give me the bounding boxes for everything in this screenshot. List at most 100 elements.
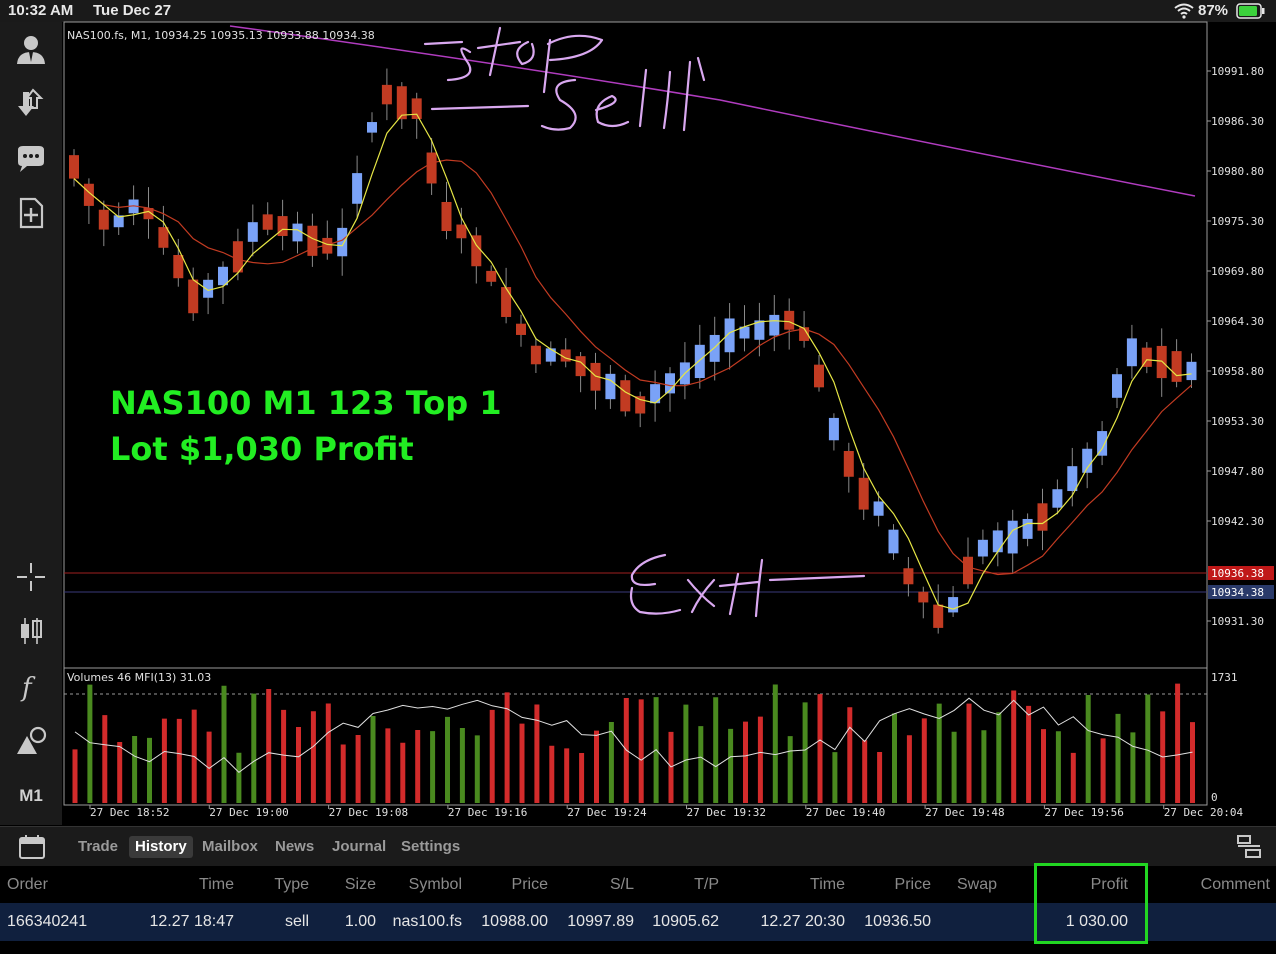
tab-history[interactable]: History: [129, 836, 193, 858]
candle-bull: [977, 539, 988, 557]
candle-bear: [1171, 351, 1182, 382]
col-tp: T/P: [694, 876, 719, 893]
candle-bull: [1022, 518, 1033, 539]
candle-bear: [456, 224, 467, 239]
col-open-time: Time: [199, 876, 234, 893]
chart-overlay-text: NAS100 M1 123 Top 1 Lot $1,030 Profit: [110, 380, 502, 472]
time-label: 27 Dec 19:48: [925, 806, 1004, 819]
candle-bear: [381, 84, 392, 105]
ask-price-label: 10934.38: [1211, 586, 1264, 599]
candle-bear: [575, 356, 586, 377]
col-order: Order: [7, 876, 48, 893]
col-close-time: Time: [810, 876, 845, 893]
calendar-icon[interactable]: [18, 834, 46, 865]
candle-bear: [843, 450, 854, 477]
overlay-line-1: NAS100 M1 123 Top 1: [110, 384, 502, 422]
time-label: 27 Dec 19:32: [687, 806, 766, 819]
candle-bear: [307, 225, 318, 256]
volume-axis-top-label: 1731: [1211, 671, 1238, 684]
candle-bear: [963, 556, 973, 585]
candle-bear: [635, 396, 646, 414]
terminal-tab-bar: Trade History Mailbox News Journal Setti…: [0, 826, 1276, 866]
candle-bear: [277, 216, 288, 236]
col-symbol: Symbol: [408, 876, 462, 893]
candle-bear: [396, 86, 407, 120]
volume-header: Volumes 46 MFI(13) 31.03: [67, 671, 211, 684]
candle-bull: [545, 348, 556, 362]
price-label: 10980.80: [1211, 165, 1264, 178]
candle-bear: [858, 477, 869, 510]
candle-bull: [1097, 431, 1108, 456]
time-label: 27 Dec 19:24: [567, 806, 647, 819]
cell-type: sell: [284, 913, 309, 930]
cell-open-price: 10988.00: [481, 913, 548, 930]
candle-bull: [1126, 338, 1137, 367]
time-label: 27 Dec 19:08: [329, 806, 408, 819]
candle-bear: [411, 98, 422, 119]
cell-close-time: 12.27 20:30: [760, 913, 845, 930]
candle-bear: [1156, 345, 1167, 379]
candle-bull: [888, 529, 899, 554]
col-type: Type: [274, 876, 309, 893]
candle-bear: [158, 227, 169, 248]
candle-bear: [173, 254, 184, 279]
candle-bull: [605, 373, 616, 400]
cell-size: 1.00: [344, 913, 376, 930]
candle-bull: [694, 344, 705, 379]
candle-bear: [1037, 503, 1048, 531]
time-label: 27 Dec 18:52: [90, 806, 169, 819]
col-swap: Swap: [956, 876, 997, 893]
cell-open-time: 12.27 18:47: [149, 913, 234, 930]
cell-tp: 10905.62: [652, 913, 719, 930]
candle-bear: [784, 310, 795, 330]
candle-bear: [262, 214, 273, 230]
price-label: 10947.80: [1211, 465, 1264, 478]
candle-bear: [441, 201, 452, 232]
candle-bull: [247, 222, 258, 242]
tab-news[interactable]: News: [269, 836, 320, 858]
candle-bear: [98, 209, 109, 230]
candle-bull: [1186, 361, 1197, 381]
price-label: 10964.30: [1211, 315, 1264, 328]
chart-info-line: NAS100.fs, M1, 10934.25 10935.13 10933.8…: [67, 29, 375, 42]
candle-bear: [188, 279, 199, 314]
price-label: 10975.30: [1211, 215, 1264, 228]
time-label: 27 Dec 19:56: [1044, 806, 1123, 819]
candle-bear: [918, 591, 929, 603]
candle-bear: [471, 235, 482, 267]
candle-bull: [1067, 466, 1078, 492]
price-label: 10931.30: [1211, 615, 1264, 628]
col-sl: S/L: [609, 876, 634, 893]
cell-close-price: 10936.50: [864, 913, 931, 930]
price-label: 10953.30: [1211, 415, 1264, 428]
price-label: 10969.80: [1211, 265, 1264, 278]
col-close-price: Price: [894, 876, 931, 893]
candle-bear: [933, 604, 944, 628]
time-label: 27 Dec 19:40: [806, 806, 885, 819]
layout-icon[interactable]: [1236, 834, 1262, 865]
col-size: Size: [344, 876, 376, 893]
tab-journal[interactable]: Journal: [326, 836, 392, 858]
tab-mailbox[interactable]: Mailbox: [196, 836, 264, 858]
candle-bear: [530, 345, 541, 365]
candle-bull: [352, 173, 363, 204]
tab-settings[interactable]: Settings: [395, 836, 466, 858]
col-open-price: Price: [511, 876, 548, 893]
candle-bear: [516, 323, 526, 335]
candle-bull: [1112, 374, 1122, 398]
candle-bull: [709, 334, 720, 362]
bid-price-label: 10936.38: [1211, 567, 1264, 580]
candle-bull: [828, 417, 839, 441]
candle-bear: [501, 287, 512, 317]
time-label: 27 Dec 19:00: [209, 806, 288, 819]
cell-order: 166340241: [7, 913, 88, 930]
candle-bull: [769, 314, 780, 336]
candle-bull: [1052, 489, 1063, 508]
candle-bear: [486, 270, 497, 282]
candle-bull: [873, 501, 884, 516]
candle-bull: [992, 530, 1003, 553]
profit-highlight-box: [1034, 863, 1148, 944]
candle-bear: [69, 155, 79, 179]
tab-trade[interactable]: Trade: [72, 836, 124, 858]
candle-bear: [814, 364, 824, 388]
